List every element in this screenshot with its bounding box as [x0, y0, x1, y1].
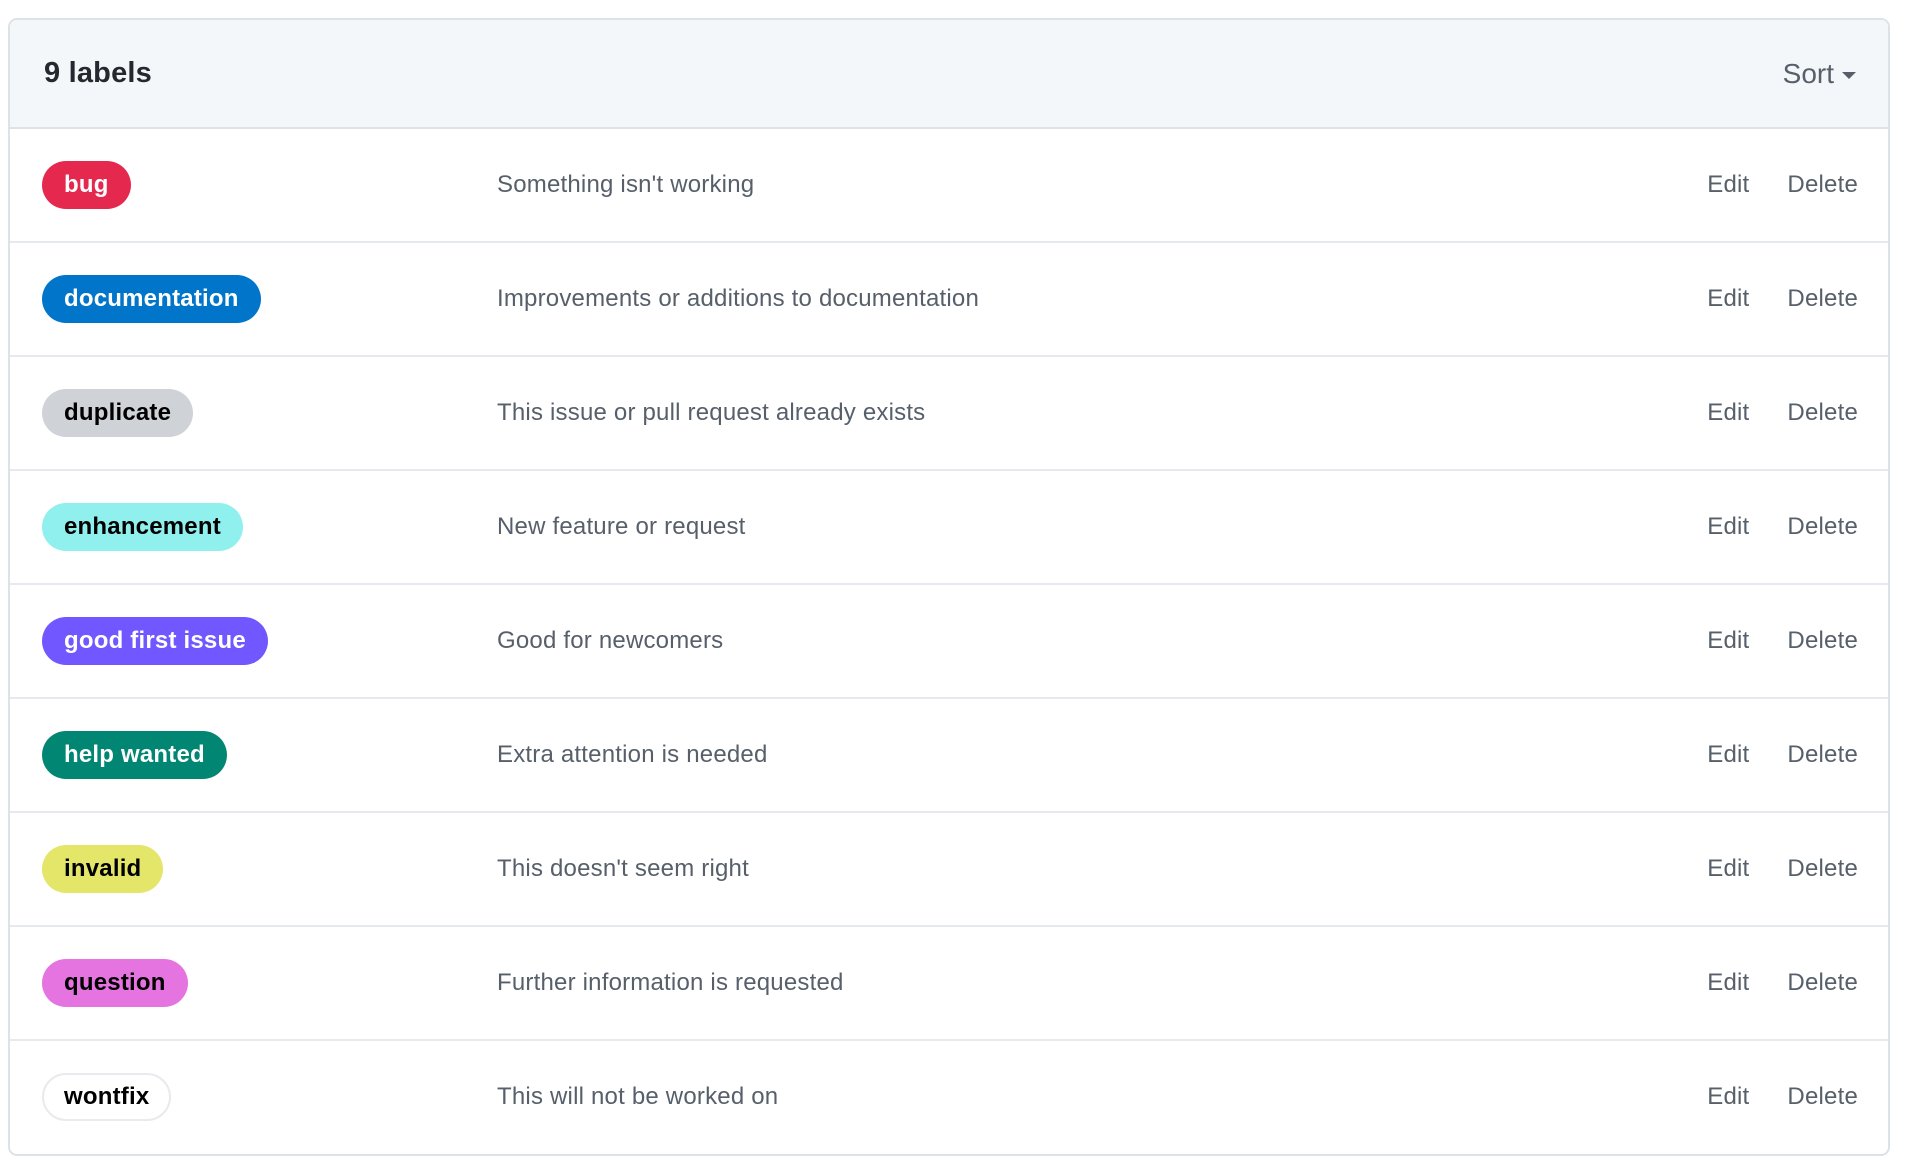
edit-label-button[interactable]: Edit: [1707, 1083, 1749, 1111]
labels-list-box: 9 labels Sort bug Something isn't workin…: [8, 18, 1890, 1156]
label-description: This issue or pull request already exist…: [497, 399, 926, 426]
edit-label-button[interactable]: Edit: [1707, 399, 1749, 427]
edit-label-button[interactable]: Edit: [1707, 513, 1749, 541]
delete-label-button[interactable]: Delete: [1787, 513, 1858, 541]
label-actions: Edit Delete: [1707, 1041, 1858, 1153]
caret-down-icon: [1842, 71, 1856, 79]
label-badge[interactable]: bug: [42, 161, 131, 209]
labels-list-header: 9 labels Sort: [10, 20, 1888, 129]
label-cell: documentation: [42, 243, 261, 355]
edit-label-button[interactable]: Edit: [1707, 855, 1749, 883]
label-row: invalid This doesn't seem right Edit Del…: [10, 813, 1888, 927]
label-description: Improvements or additions to documentati…: [497, 285, 979, 312]
label-description: Good for newcomers: [497, 627, 724, 654]
label-cell: enhancement: [42, 471, 243, 583]
label-cell: help wanted: [42, 699, 227, 811]
delete-label-button[interactable]: Delete: [1787, 1083, 1858, 1111]
label-actions: Edit Delete: [1707, 129, 1858, 241]
label-row: duplicate This issue or pull request alr…: [10, 357, 1888, 471]
label-cell: bug: [42, 129, 131, 241]
label-description: This will not be worked on: [497, 1083, 779, 1110]
label-badge[interactable]: documentation: [42, 275, 261, 323]
label-badge[interactable]: enhancement: [42, 503, 243, 551]
label-cell: good first issue: [42, 585, 268, 697]
delete-label-button[interactable]: Delete: [1787, 969, 1858, 997]
label-row: help wanted Extra attention is needed Ed…: [10, 699, 1888, 813]
label-actions: Edit Delete: [1707, 585, 1858, 697]
label-row: documentation Improvements or additions …: [10, 243, 1888, 357]
delete-label-button[interactable]: Delete: [1787, 285, 1858, 313]
delete-label-button[interactable]: Delete: [1787, 171, 1858, 199]
label-badge[interactable]: duplicate: [42, 389, 194, 437]
label-badge[interactable]: wontfix: [42, 1073, 172, 1121]
label-row: enhancement New feature or request Edit …: [10, 471, 1888, 585]
label-cell: wontfix: [42, 1041, 172, 1153]
edit-label-button[interactable]: Edit: [1707, 627, 1749, 655]
label-description: Something isn't working: [497, 171, 755, 198]
label-cell: duplicate: [42, 357, 194, 469]
label-actions: Edit Delete: [1707, 927, 1858, 1039]
edit-label-button[interactable]: Edit: [1707, 285, 1749, 313]
label-row: good first issue Good for newcomers Edit…: [10, 585, 1888, 699]
label-row: wontfix This will not be worked on Edit …: [10, 1041, 1888, 1153]
sort-label: Sort: [1782, 57, 1834, 89]
delete-label-button[interactable]: Delete: [1787, 627, 1858, 655]
label-row: bug Something isn't working Edit Delete: [10, 129, 1888, 243]
label-cell: invalid: [42, 813, 164, 925]
labels-count: 9 labels: [44, 57, 152, 89]
label-actions: Edit Delete: [1707, 357, 1858, 469]
label-badge[interactable]: question: [42, 959, 188, 1007]
label-cell: question: [42, 927, 188, 1039]
label-badge[interactable]: good first issue: [42, 617, 268, 665]
label-actions: Edit Delete: [1707, 699, 1858, 811]
label-actions: Edit Delete: [1707, 243, 1858, 355]
label-actions: Edit Delete: [1707, 813, 1858, 925]
edit-label-button[interactable]: Edit: [1707, 171, 1749, 199]
label-badge[interactable]: invalid: [42, 845, 164, 893]
label-actions: Edit Delete: [1707, 471, 1858, 583]
label-description: New feature or request: [497, 513, 746, 540]
label-description: Extra attention is needed: [497, 741, 768, 768]
delete-label-button[interactable]: Delete: [1787, 855, 1858, 883]
edit-label-button[interactable]: Edit: [1707, 969, 1749, 997]
label-description: This doesn't seem right: [497, 855, 749, 882]
label-row: question Further information is requeste…: [10, 927, 1888, 1041]
edit-label-button[interactable]: Edit: [1707, 741, 1749, 769]
sort-dropdown-button[interactable]: Sort: [1783, 20, 1856, 127]
label-description: Further information is requested: [497, 969, 844, 996]
delete-label-button[interactable]: Delete: [1787, 741, 1858, 769]
delete-label-button[interactable]: Delete: [1787, 399, 1858, 427]
label-badge[interactable]: help wanted: [42, 731, 227, 779]
labels-list: bug Something isn't working Edit Delete …: [10, 129, 1888, 1153]
